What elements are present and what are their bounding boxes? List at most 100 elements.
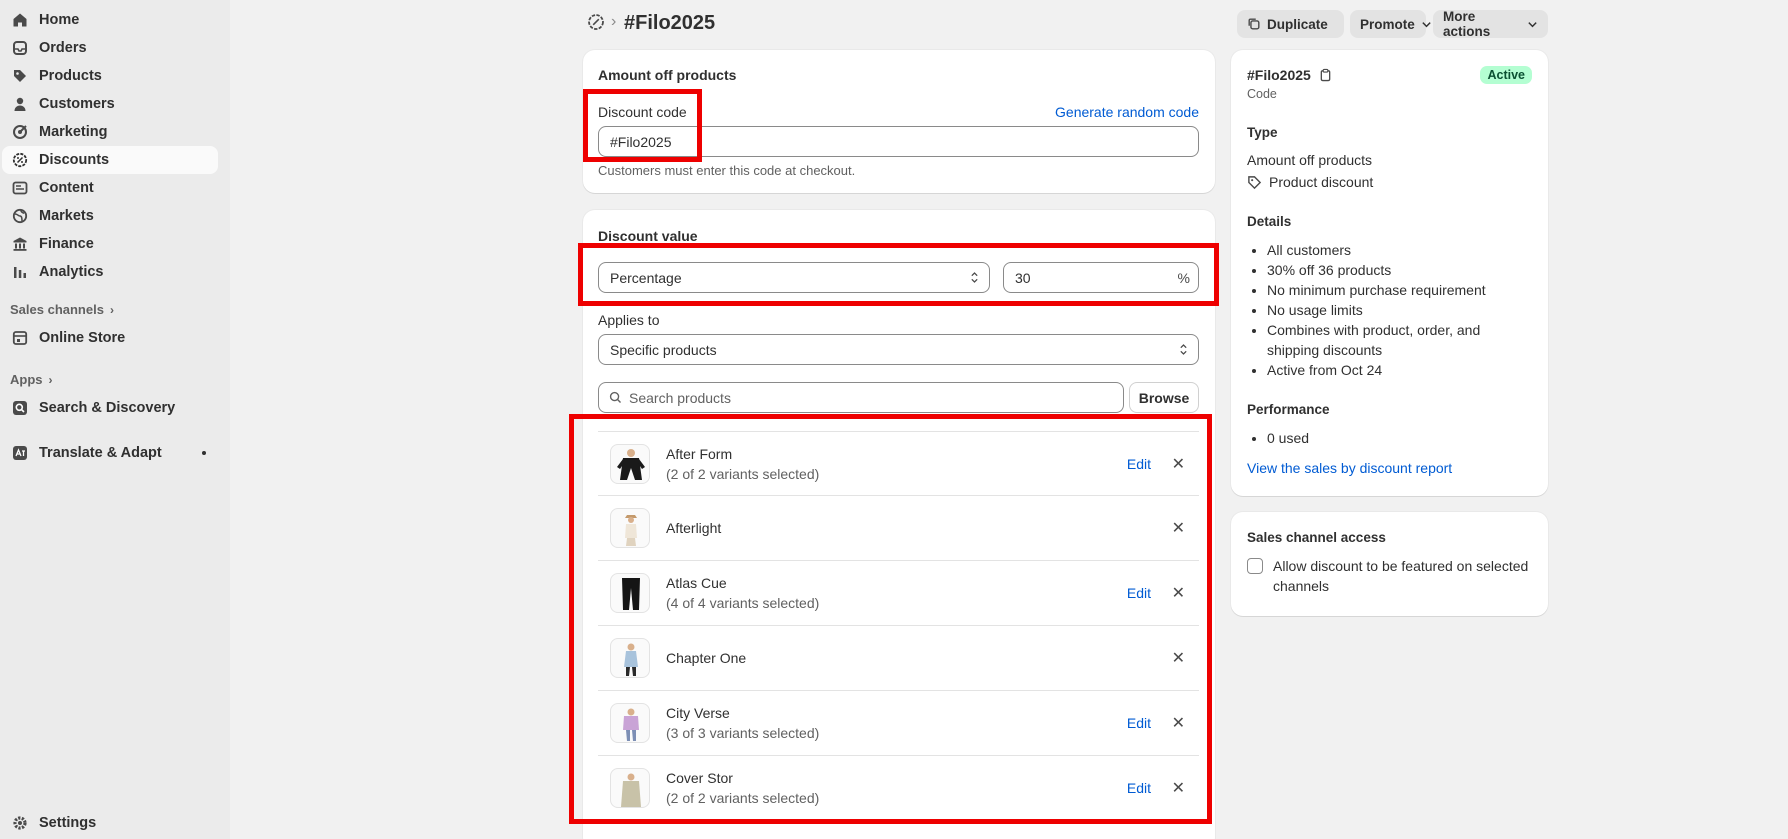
chevron-down-icon	[1527, 19, 1538, 30]
detail-item: Active from Oct 24	[1267, 360, 1527, 380]
type-value: Amount off products	[1247, 152, 1373, 168]
status-badge: Active	[1480, 66, 1532, 84]
highlight-box	[569, 414, 1212, 824]
sidebar-item-label: Content	[39, 180, 94, 196]
search-products-input[interactable]: Search products	[598, 382, 1124, 413]
summary-card: #Filo2025 Active Code Type Amount off pr…	[1231, 50, 1548, 496]
search-placeholder: Search products	[629, 389, 731, 406]
select-arrows-icon	[1179, 343, 1188, 356]
store-icon	[12, 330, 28, 346]
discount-code-help: Customers must enter this code at checko…	[598, 163, 856, 178]
performance-item: 0 used	[1267, 428, 1527, 448]
apps-label: Apps	[10, 372, 43, 387]
tag-icon	[12, 68, 28, 84]
person-icon	[12, 96, 28, 112]
sidebar-item-products[interactable]: Products	[2, 62, 218, 90]
highlight-box	[578, 243, 1219, 306]
sidebar-item-finance[interactable]: Finance	[2, 230, 218, 258]
channel-checkbox[interactable]	[1247, 558, 1263, 574]
performance-heading: Performance	[1247, 402, 1330, 417]
chevron-down-icon	[1421, 19, 1432, 30]
breadcrumb-chevron-icon: ›	[611, 13, 617, 30]
browse-button[interactable]: Browse	[1129, 382, 1199, 413]
highlight-box	[583, 89, 702, 162]
translate-app-icon	[12, 445, 28, 461]
chevron-right-icon: ›	[109, 302, 114, 317]
search-icon	[609, 391, 622, 404]
apps-section[interactable]: Apps ›	[10, 372, 53, 387]
sales-channel-card: Sales channel access Allow discount to b…	[1231, 512, 1548, 616]
content-icon	[12, 180, 28, 196]
product-thumbnail	[611, 833, 651, 839]
sidebar-item-label: Customers	[39, 96, 115, 112]
status-dot	[202, 451, 206, 455]
type-heading: Type	[1247, 125, 1278, 140]
type-kind: Product discount	[1269, 174, 1374, 190]
details-heading: Details	[1247, 214, 1292, 229]
sales-channel-heading: Sales channel access	[1247, 530, 1386, 545]
discount-icon[interactable]	[587, 13, 607, 33]
sidebar-item-label: Markets	[39, 208, 94, 224]
channel-checkbox-label: Allow discount to be featured on selecte…	[1273, 558, 1529, 594]
sidebar-item-label: Translate & Adapt	[39, 445, 162, 461]
discount-icon	[12, 152, 28, 168]
details-list: All customers 30% off 36 products No min…	[1247, 240, 1527, 380]
sidebar-item-label: Discounts	[39, 152, 110, 168]
bank-icon	[12, 236, 28, 252]
sidebar-item-analytics[interactable]: Analytics	[2, 258, 218, 286]
duplicate-label: Duplicate	[1267, 16, 1328, 32]
sidebar-item-label: Analytics	[39, 264, 104, 280]
performance-list: 0 used	[1247, 428, 1527, 448]
home-icon	[12, 12, 28, 28]
tag-icon	[1247, 175, 1262, 190]
duplicate-icon	[1247, 17, 1261, 31]
applies-to-label: Applies to	[598, 312, 660, 328]
sidebar-item-online-store[interactable]: Online Store	[2, 324, 218, 352]
sidebar-item-customers[interactable]: Customers	[2, 90, 218, 118]
sidebar-item-label: Search & Discovery	[39, 400, 176, 416]
more-actions-label: More actions	[1443, 9, 1491, 39]
sidebar-item-label: Products	[39, 68, 102, 84]
sales-channels-section[interactable]: Sales channels ›	[10, 302, 114, 317]
detail-item: Combines with product, order, and shippi…	[1267, 320, 1527, 360]
sidebar-item-label: Finance	[39, 236, 94, 252]
sidebar-item-home[interactable]: Home	[2, 6, 218, 34]
clipboard-icon[interactable]	[1319, 68, 1332, 82]
promote-label: Promote	[1360, 16, 1415, 32]
code-caption: Code	[1247, 87, 1277, 101]
globe-icon	[12, 208, 28, 224]
promote-button[interactable]: Promote	[1350, 10, 1431, 38]
sales-channels-label: Sales channels	[10, 302, 104, 317]
page-title: #Filo2025	[624, 12, 716, 34]
sidebar-item-label: Settings	[39, 815, 97, 831]
applies-to-value: Specific products	[610, 341, 717, 358]
gear-icon	[12, 815, 28, 831]
summary-code: #Filo2025	[1247, 67, 1311, 83]
generate-random-code-link[interactable]: Generate random code	[1055, 104, 1199, 120]
target-icon	[12, 124, 28, 140]
sidebar-item-translate-adapt[interactable]: Translate & Adapt	[2, 439, 218, 467]
sidebar-item-marketing[interactable]: Marketing	[2, 118, 218, 146]
search-app-icon	[12, 400, 28, 416]
sidebar-item-discounts[interactable]: Discounts	[2, 146, 218, 174]
card-title: Amount off products	[598, 67, 737, 83]
sidebar-item-label: Marketing	[39, 124, 108, 140]
sales-report-link[interactable]: View the sales by discount report	[1247, 460, 1452, 476]
orders-icon	[12, 40, 28, 56]
card-title: Discount value	[598, 228, 698, 244]
more-actions-button[interactable]: More actions	[1433, 9, 1548, 39]
sidebar-item-orders[interactable]: Orders	[2, 34, 218, 62]
sidebar-item-content[interactable]: Content	[2, 174, 218, 202]
detail-item: All customers	[1267, 240, 1527, 260]
duplicate-button[interactable]: Duplicate	[1237, 10, 1344, 38]
sidebar-item-search-discovery[interactable]: Search & Discovery	[2, 394, 218, 422]
detail-item: No usage limits	[1267, 300, 1527, 320]
sidebar-item-settings[interactable]: Settings	[2, 809, 218, 837]
detail-item: No minimum purchase requirement	[1267, 280, 1527, 300]
sidebar-item-markets[interactable]: Markets	[2, 202, 218, 230]
sidebar-item-label: Home	[39, 12, 80, 28]
detail-item: 30% off 36 products	[1267, 260, 1527, 280]
sidebar-item-label: Orders	[39, 40, 87, 56]
bar-chart-icon	[12, 264, 28, 280]
applies-to-select[interactable]: Specific products	[598, 334, 1199, 365]
